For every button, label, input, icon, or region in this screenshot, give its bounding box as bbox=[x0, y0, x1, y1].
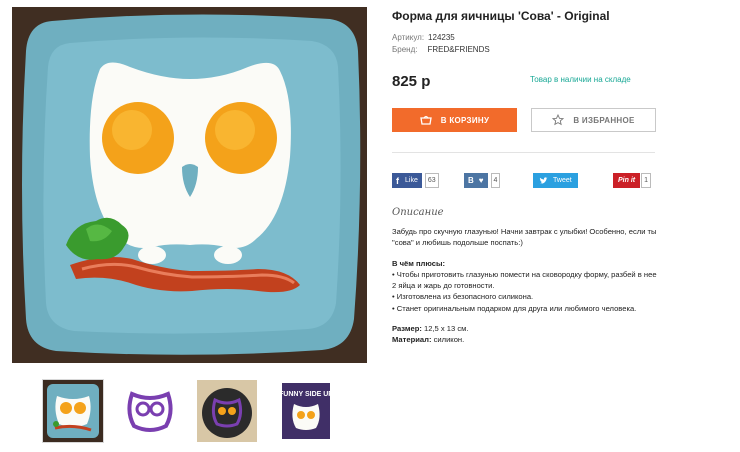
stock-status: Товар в наличии на складе bbox=[530, 75, 631, 84]
facebook-icon: f bbox=[396, 175, 399, 186]
sku-value: 124235 bbox=[428, 33, 455, 42]
brand-label: Бренд: bbox=[392, 45, 418, 54]
brand-value: FRED&FRIENDS bbox=[427, 45, 490, 54]
material-row: Материал: силикон. bbox=[392, 334, 662, 345]
thumbnail-strip: FUNNY SIDE UP bbox=[12, 379, 367, 444]
divider bbox=[392, 152, 655, 153]
product-main-image[interactable] bbox=[12, 7, 367, 363]
product-title: Форма для яичницы 'Сова' - Original bbox=[392, 9, 610, 23]
product-price: 825 р bbox=[392, 73, 431, 90]
sku-row: Артикул: 124235 bbox=[392, 33, 455, 42]
bullet-2: • Изготовлена из безопасного силикона. bbox=[392, 292, 534, 302]
pinterest-pin-button[interactable]: Pin it 1 bbox=[613, 173, 652, 188]
heart-icon: ♥ bbox=[478, 176, 484, 185]
facebook-like-count: 63 bbox=[424, 173, 439, 188]
add-to-favorites-label: В ИЗБРАННОЕ bbox=[573, 115, 635, 125]
material-label: Материал: bbox=[392, 335, 432, 345]
description-body: Забудь про скучную глазунью! Начни завтр… bbox=[392, 226, 662, 346]
add-to-favorites-button[interactable]: В ИЗБРАННОЕ bbox=[531, 108, 656, 132]
star-icon bbox=[552, 114, 565, 126]
facebook-like-label: Like bbox=[405, 177, 418, 184]
vk-like-count: 4 bbox=[490, 173, 501, 188]
brand-row: Бренд: FRED&FRIENDS bbox=[392, 45, 490, 54]
tweet-button[interactable]: Tweet bbox=[533, 173, 578, 188]
facebook-like-button[interactable]: f Like 63 bbox=[392, 173, 439, 188]
material-value: силикон. bbox=[433, 335, 465, 345]
basket-icon bbox=[419, 115, 432, 125]
size-value: 12,5 х 13 см. bbox=[424, 324, 469, 334]
add-to-cart-label: В КОРЗИНУ bbox=[440, 115, 490, 125]
pluses-heading: В чём плюсы: bbox=[392, 258, 445, 268]
thumbnail-1[interactable] bbox=[42, 379, 104, 443]
add-to-cart-button[interactable]: В КОРЗИНУ bbox=[392, 108, 517, 132]
description-heading: Описание bbox=[392, 207, 444, 218]
tweet-label: Tweet bbox=[553, 177, 572, 184]
vk-icon: В bbox=[468, 176, 474, 185]
box-text: FUNNY SIDE UP bbox=[279, 391, 333, 398]
vk-like-button[interactable]: В ♥ 4 bbox=[464, 173, 501, 188]
bullet-1: • Чтобы приготовить глазунью помести на … bbox=[392, 269, 657, 291]
sku-label: Артикул: bbox=[392, 33, 425, 42]
size-label: Размер: bbox=[392, 324, 422, 334]
pinterest-count: 1 bbox=[641, 173, 652, 188]
bullet-3: • Станет оригинальным подарком для друга… bbox=[392, 303, 637, 313]
thumbnail-2[interactable] bbox=[120, 380, 180, 442]
thumbnail-3[interactable] bbox=[197, 380, 257, 442]
twitter-bird-icon bbox=[539, 176, 548, 184]
pinterest-label: Pin it bbox=[618, 177, 636, 184]
description-intro: Забудь про скучную глазунью! Начни завтр… bbox=[392, 227, 657, 248]
size-row: Размер: 12,5 х 13 см. bbox=[392, 323, 662, 334]
thumbnail-4[interactable]: FUNNY SIDE UP bbox=[276, 380, 336, 442]
